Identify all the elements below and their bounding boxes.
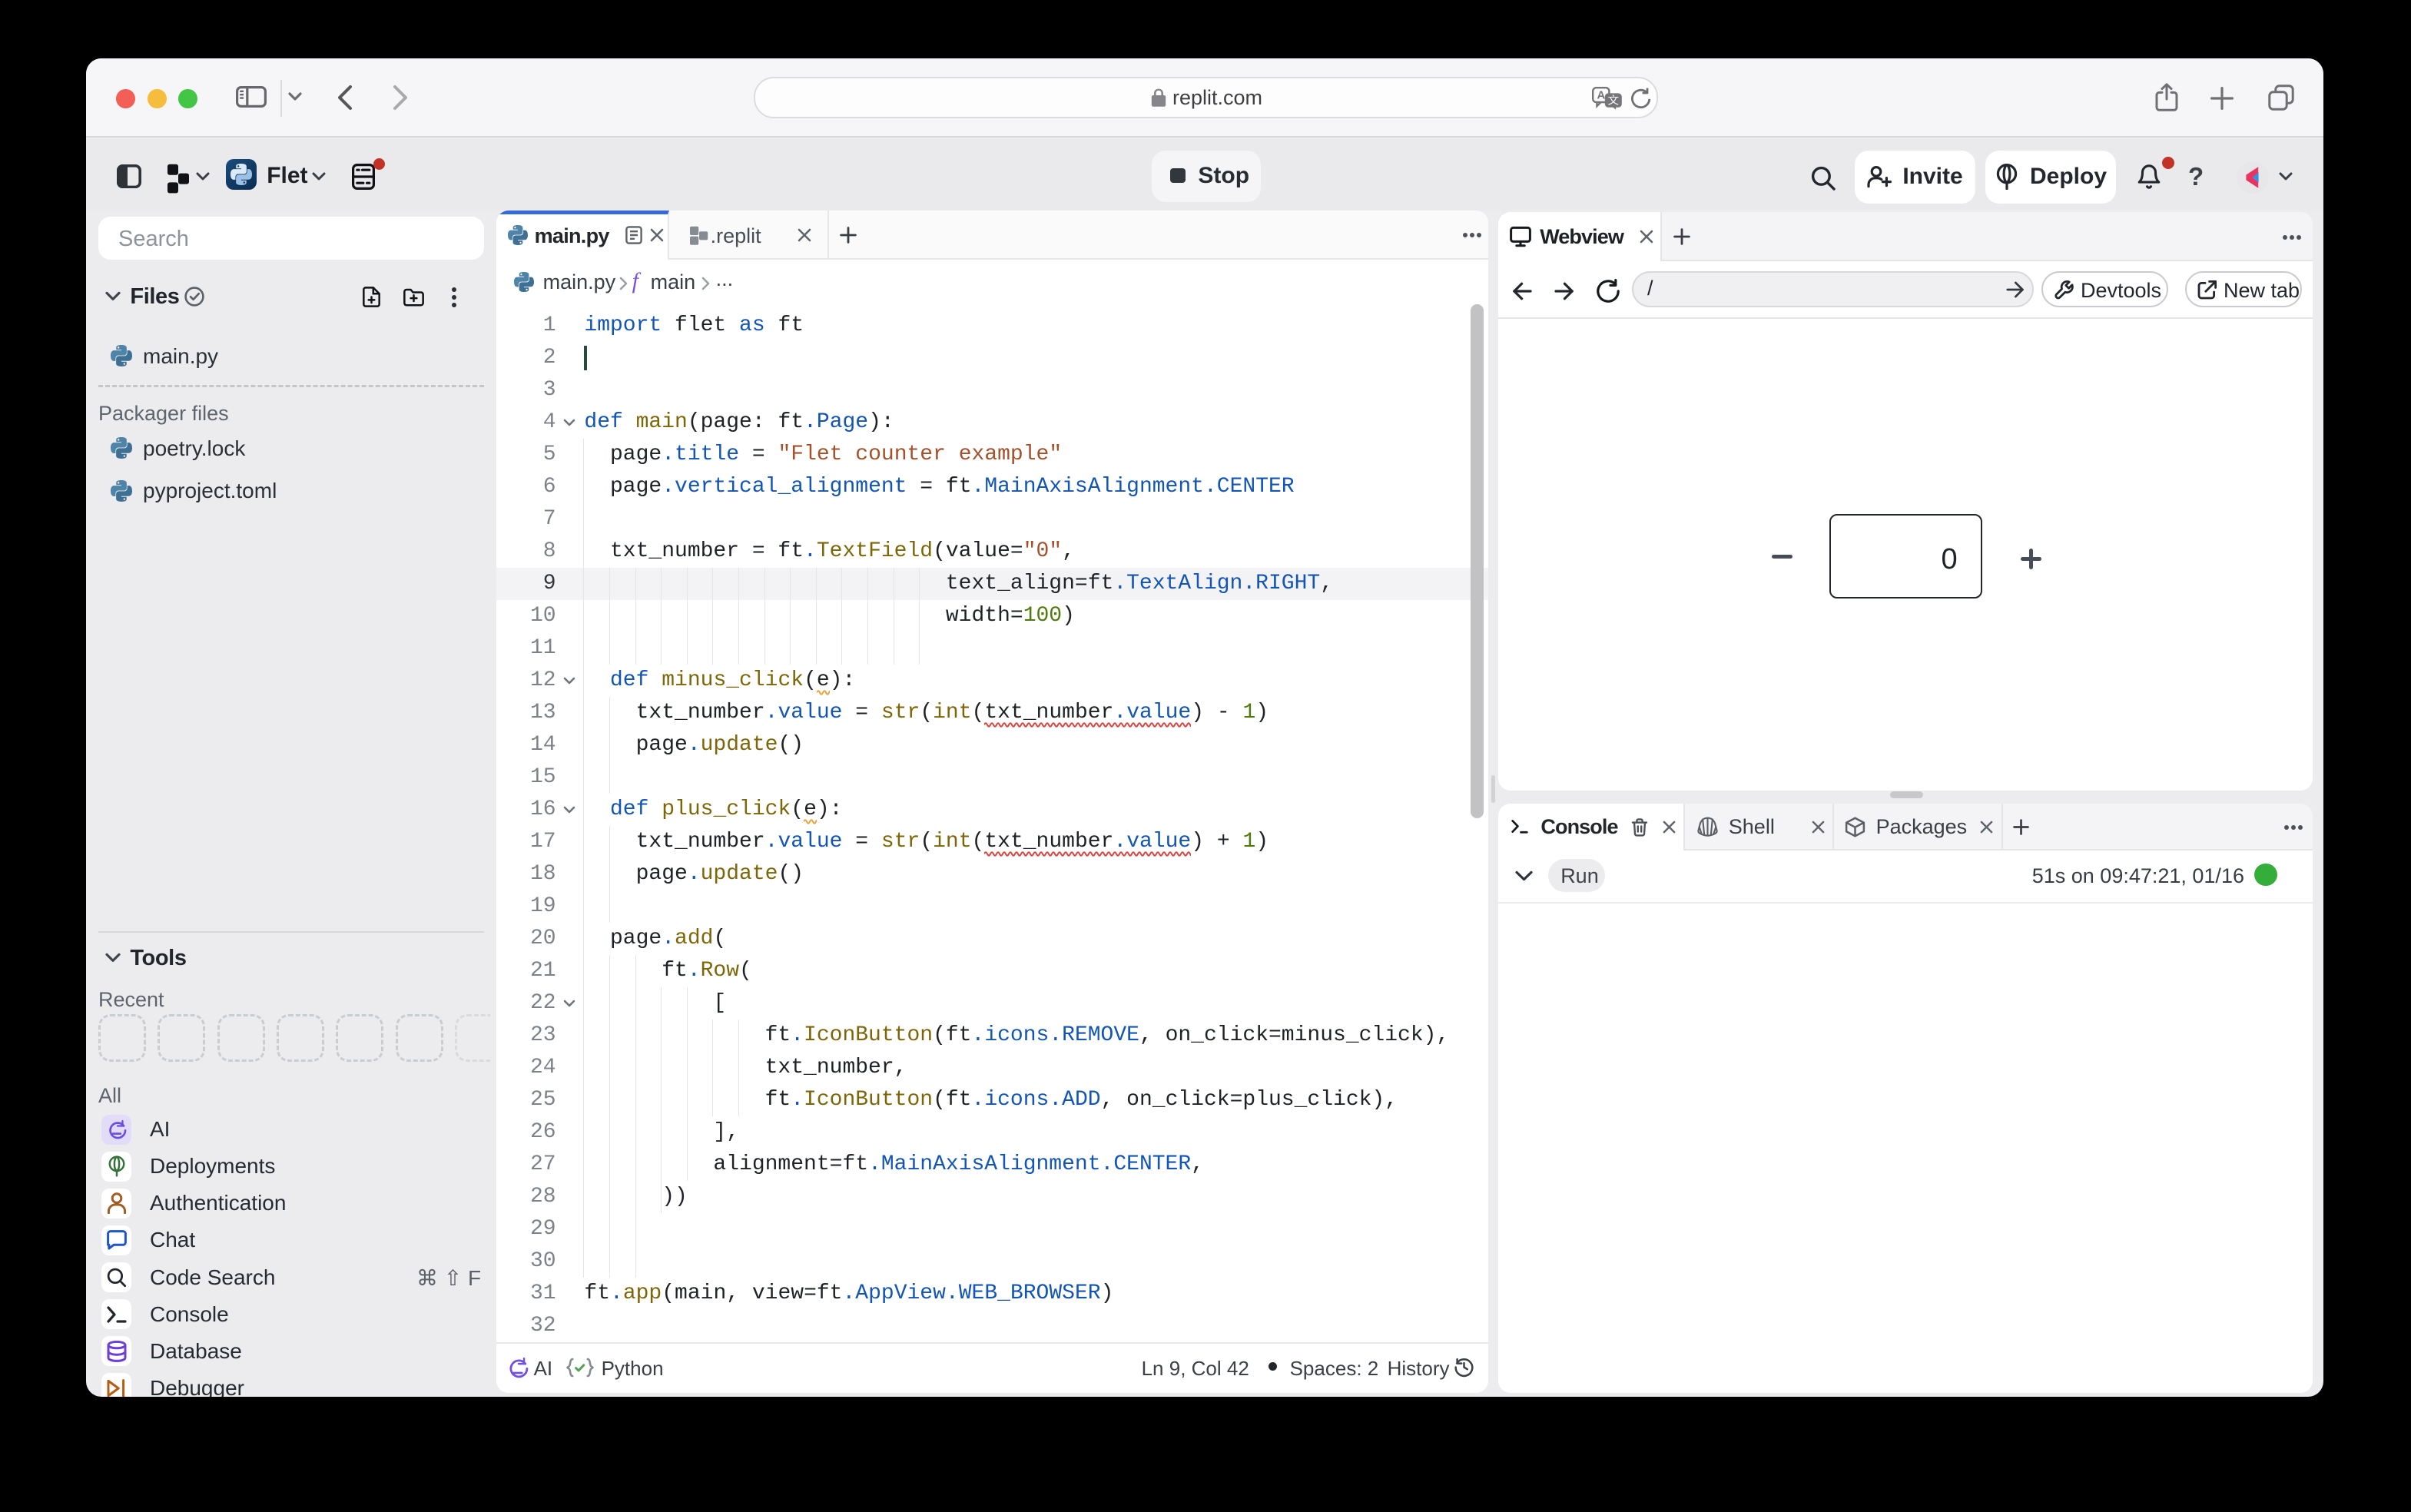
svg-text:A: A [1597, 90, 1605, 102]
svg-text:文: 文 [1608, 94, 1619, 108]
